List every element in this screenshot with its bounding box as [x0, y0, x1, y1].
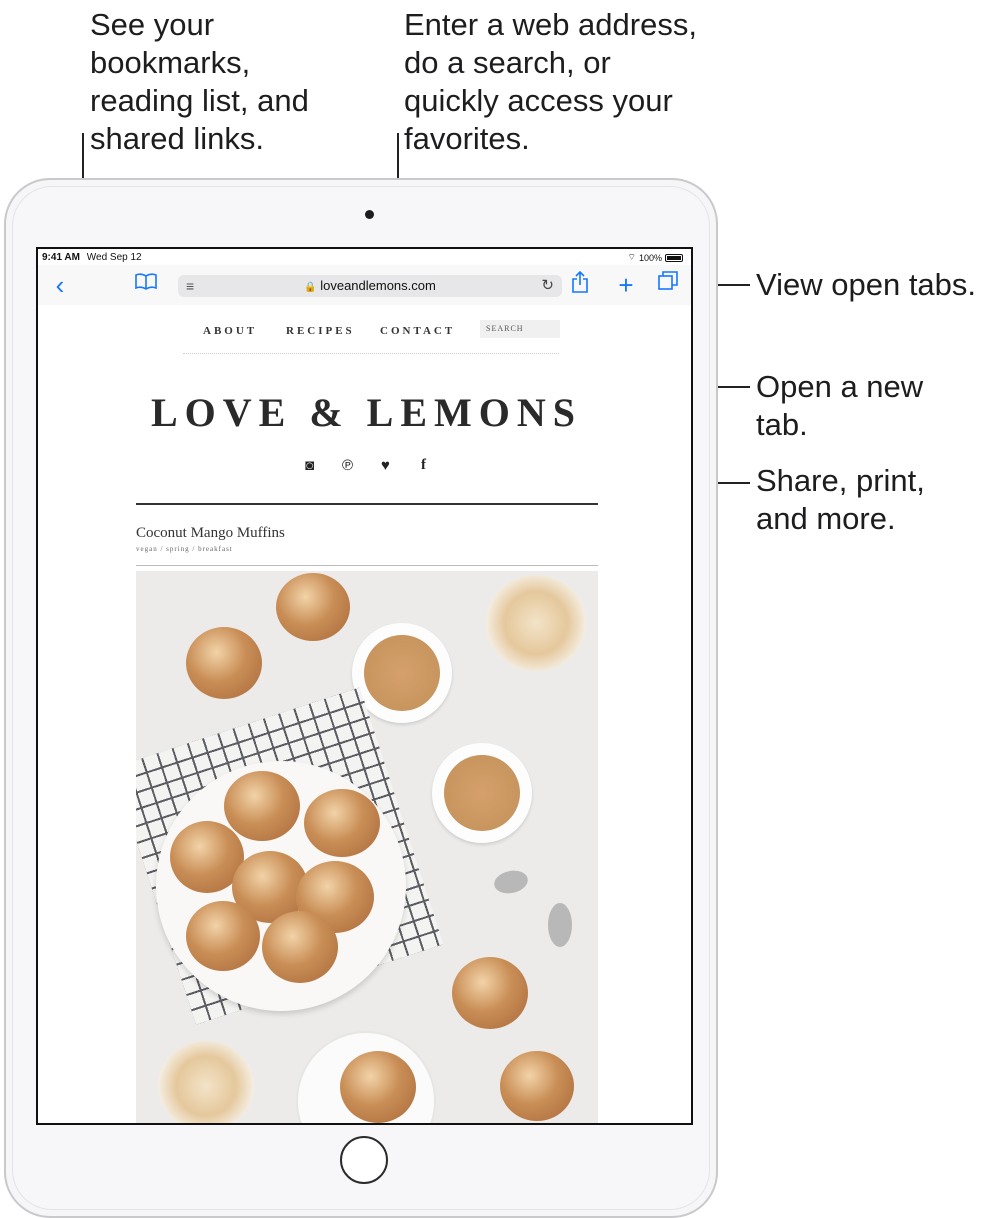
tabs-icon[interactable]	[654, 271, 682, 299]
back-icon[interactable]: ‹	[46, 271, 74, 299]
battery-icon	[665, 253, 683, 262]
lock-icon: 🔒	[304, 282, 317, 293]
status-time-text: 9:41 AM	[42, 252, 80, 263]
status-bar: 9:41 AM Wed Sep 12 ⌔ 100%	[38, 249, 691, 265]
post-tags[interactable]: vegan / spring / breakfast	[136, 545, 233, 553]
coffee-cup-image	[432, 743, 532, 843]
muffin-liner-image	[158, 1041, 254, 1123]
wifi-icon: ⌔	[627, 252, 636, 262]
nav-recipes[interactable]: RECIPES	[286, 325, 355, 337]
bookmarks-svg	[135, 273, 157, 290]
facebook-icon[interactable]: f	[416, 457, 432, 474]
muffin-image	[224, 771, 300, 841]
muffin-image	[186, 901, 260, 971]
muffin-image	[340, 1051, 416, 1123]
muffin-image	[262, 911, 338, 983]
site-logo[interactable]: LOVE & LEMONS	[38, 389, 691, 436]
share-svg	[572, 270, 588, 293]
status-date-text: Wed Sep 12	[86, 252, 142, 263]
tabs-svg	[658, 271, 678, 290]
muffin-image	[276, 573, 350, 641]
camera-icon	[365, 210, 374, 219]
muffin-image	[500, 1051, 574, 1121]
url-display[interactable]: 🔒 loveandlemons.com	[178, 278, 562, 293]
nav-divider	[183, 353, 559, 354]
pinterest-icon[interactable]: ℗	[340, 457, 356, 474]
callout-address: Enter a web address, do a search, or qui…	[404, 7, 697, 156]
post-title[interactable]: Coconut Mango Muffins	[136, 525, 285, 542]
callout-share: Share, print, and more.	[756, 463, 925, 536]
home-button[interactable]	[340, 1136, 388, 1184]
muffin-image	[186, 627, 262, 699]
spoon-image	[492, 867, 530, 897]
status-right: ⌔ 100%	[627, 252, 683, 263]
safari-toolbar: ‹ ≡ 🔒 loveandlemons.com ↻ +	[38, 265, 691, 305]
status-time: 9:41 AM Wed Sep 12	[42, 252, 142, 263]
social-links: ◙ ℗ ♥ f	[38, 457, 691, 474]
new-tab-icon[interactable]: +	[612, 271, 640, 299]
callout-bookmarks: See your bookmarks, reading list, and sh…	[90, 7, 309, 156]
muffin-liner-image	[486, 575, 586, 671]
ipad-screen: 9:41 AM Wed Sep 12 ⌔ 100% ‹ ≡ 🔒 loveandl…	[36, 247, 693, 1125]
post-subdivider	[136, 565, 598, 566]
site-search-input[interactable]: SEARCH	[480, 320, 560, 338]
callout-tabs: View open tabs.	[756, 267, 977, 302]
reload-icon[interactable]: ↻	[541, 276, 554, 294]
callout-new-tab: Open a new tab.	[756, 369, 924, 442]
instagram-icon[interactable]: ◙	[302, 457, 318, 474]
nav-contact[interactable]: CONTACT	[380, 325, 455, 337]
spoon-image	[548, 903, 572, 947]
muffin-image	[452, 957, 528, 1029]
recipe-photo	[136, 571, 598, 1123]
post-divider	[136, 503, 598, 505]
battery-percent: 100%	[638, 252, 662, 263]
nav-about[interactable]: ABOUT	[203, 325, 257, 337]
url-text: loveandlemons.com	[320, 278, 436, 293]
coffee-cup-image	[352, 623, 452, 723]
book-icon[interactable]	[132, 271, 160, 299]
address-bar[interactable]: ≡ 🔒 loveandlemons.com ↻	[178, 275, 562, 297]
muffin-image	[304, 789, 380, 857]
share-icon[interactable]	[566, 270, 594, 301]
twitter-icon[interactable]: ♥	[378, 457, 394, 474]
